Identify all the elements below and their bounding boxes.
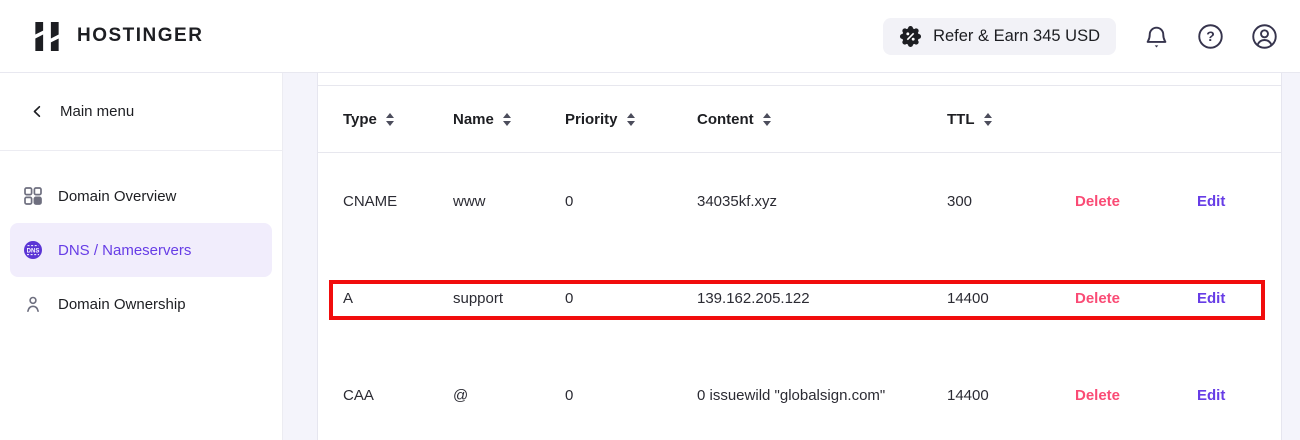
sort-arrows-icon [763, 113, 771, 126]
cell-ttl: 14400 [947, 387, 1057, 404]
sidebar-item-dns-nameservers[interactable]: DNS DNS / Nameservers [10, 223, 272, 277]
table-body: CNAMEwww034035kf.xyz300DeleteEditAsuppor… [318, 153, 1281, 440]
cell-value: 0 [565, 290, 573, 307]
cell-type: CNAME [343, 193, 453, 210]
dns-record-row: CAA @0 0 issuewild "globalsign.com" 14400 De… [318, 347, 1281, 440]
edit-link[interactable]: Edit [1197, 290, 1225, 307]
edit-link[interactable]: Edit [1197, 193, 1225, 210]
cell-content: 139.162.205.122 [697, 286, 947, 312]
discount-badge-icon [899, 25, 922, 48]
cell-value: support [453, 290, 503, 307]
sidebar: Main menu Domain Overview [0, 73, 283, 440]
dns-record-row-highlighted: Asupport 0 139.162.205.122 14400 Delete Edit [318, 250, 1281, 347]
column-label: Name [453, 111, 494, 128]
column-header-name[interactable]: Name [453, 111, 565, 128]
cell-value: CAA [343, 387, 374, 404]
sort-arrows-icon [984, 113, 992, 126]
delete-link[interactable]: Delete [1075, 193, 1120, 210]
help-icon: ? [1197, 23, 1224, 50]
cell-value: 0 [565, 387, 573, 404]
refer-earn-label: Refer & Earn 345 USD [933, 27, 1100, 46]
sidebar-item-label: DNS / Nameservers [58, 242, 191, 259]
delete-link[interactable]: Delete [1075, 290, 1120, 307]
cell-value: @ [453, 387, 468, 404]
notifications-button[interactable] [1143, 23, 1170, 50]
chevron-left-icon [30, 104, 45, 119]
cell-content: 34035kf.xyz [697, 189, 947, 215]
brand-wordmark: HOSTINGER [77, 25, 203, 47]
dns-records-card: Type Name Priority Content TTL CNAME www 0 3403… [317, 73, 1282, 440]
column-header-priority[interactable]: Priority [565, 111, 697, 128]
cell-actions-delete: Delete [1057, 193, 1179, 210]
delete-link[interactable]: Delete [1075, 387, 1120, 404]
cell-ttl: 300 [947, 193, 1057, 210]
grid-icon [23, 186, 43, 206]
cell-priority: 0 [565, 193, 697, 210]
hostinger-h-icon [32, 20, 62, 53]
column-label: Type [343, 111, 377, 128]
svg-text:?: ? [1206, 28, 1215, 44]
column-label: Priority [565, 111, 618, 128]
cell-value: 34035kf.xyz [697, 189, 895, 215]
hostinger-logo[interactable]: HOSTINGER [32, 20, 203, 53]
column-header-type[interactable]: Type [343, 111, 453, 128]
svg-text:DNS: DNS [27, 248, 40, 254]
table-header-row: Type Name Priority Content TTL [318, 86, 1281, 153]
person-icon [23, 294, 43, 314]
cell-actions-edit: Edit [1179, 193, 1281, 210]
sort-arrows-icon [627, 113, 635, 126]
cell-actions-delete: Delete [1057, 387, 1179, 404]
cell-type: A [343, 290, 453, 307]
cell-ttl: 14400 [947, 290, 1057, 307]
cell-value: 14400 [947, 290, 989, 307]
sidebar-item-domain-overview[interactable]: Domain Overview [10, 169, 272, 223]
sidebar-item-label: Domain Overview [58, 188, 176, 205]
help-button[interactable]: ? [1197, 23, 1224, 50]
cell-actions-edit: Edit [1179, 290, 1281, 307]
column-header-ttl[interactable]: TTL [947, 111, 1057, 128]
cell-name: @ [453, 387, 565, 404]
cell-value: www [453, 193, 486, 210]
sidebar-item-domain-ownership[interactable]: Domain Ownership [10, 277, 272, 331]
cell-type: CAA [343, 387, 453, 404]
main-menu-back-link[interactable]: Main menu [0, 73, 282, 151]
cell-name: support [453, 290, 565, 307]
top-bar: HOSTINGER Refer & Earn 345 USD [0, 0, 1300, 73]
column-header-content[interactable]: Content [697, 111, 947, 128]
edit-link[interactable]: Edit [1197, 387, 1225, 404]
cell-value: CNAME [343, 193, 397, 210]
cell-value: 300 [947, 193, 972, 210]
notifications-bell-icon [1143, 23, 1170, 50]
cell-name: www [453, 193, 565, 210]
sort-arrows-icon [386, 113, 394, 126]
profile-button[interactable] [1251, 23, 1278, 50]
sidebar-item-label: Domain Ownership [58, 296, 186, 313]
column-label: Content [697, 111, 754, 128]
cell-value: 0 [565, 193, 573, 210]
cell-value: 0 issuewild "globalsign.com" [697, 383, 895, 409]
cell-priority: 0 [565, 290, 697, 307]
sort-arrows-icon [503, 113, 511, 126]
main-content: Type Name Priority Content TTL CNAME www 0 3403… [283, 73, 1300, 440]
cell-content: 0 issuewild "globalsign.com" [697, 383, 947, 409]
cell-actions-edit: Edit [1179, 387, 1281, 404]
dns-icon: DNS [23, 240, 43, 260]
main-menu-label: Main menu [60, 103, 134, 120]
cell-value: A [343, 290, 353, 307]
cell-priority: 0 [565, 387, 697, 404]
cell-value: 14400 [947, 387, 989, 404]
sidebar-nav: Domain Overview DNS DNS / Nameservers [0, 151, 282, 331]
refer-earn-button[interactable]: Refer & Earn 345 USD [883, 18, 1116, 55]
card-top-strip [318, 73, 1281, 86]
dns-record-row: CNAME www 0 34035kf.xyz 300 Delete Edit [318, 153, 1281, 250]
profile-icon [1251, 23, 1278, 50]
column-label: TTL [947, 111, 975, 128]
cell-actions-delete: Delete [1057, 290, 1179, 307]
cell-value: 139.162.205.122 [697, 286, 895, 312]
